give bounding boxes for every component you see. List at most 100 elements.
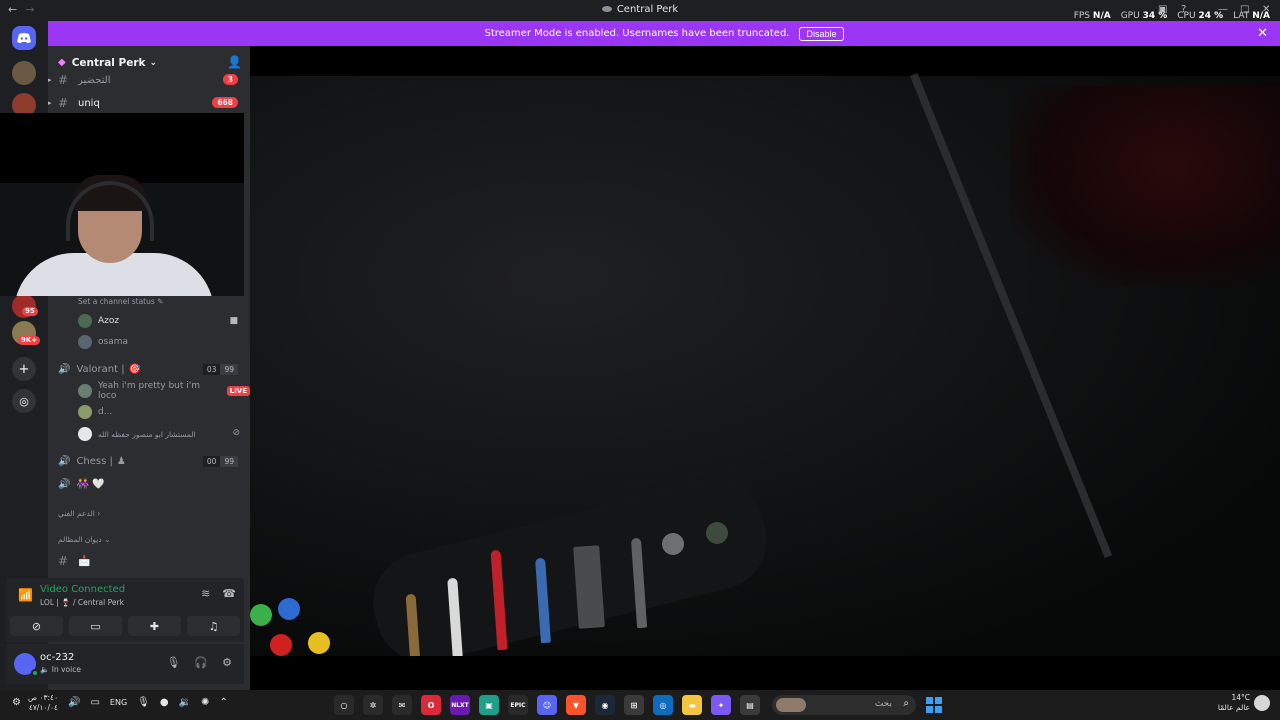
voice-status-subtitle[interactable]: LOL | 🍷 / Central Perk xyxy=(40,598,124,607)
clock[interactable]: ٠٣:٤٠ ص ٤٧/١٠/٠٤ xyxy=(28,693,58,713)
voice-user[interactable]: osama xyxy=(78,333,128,351)
emoji-icon: 🎯 xyxy=(128,363,142,375)
gear-icon[interactable]: ⚙ xyxy=(222,656,232,669)
voice-user-name: المستشار ابو منصور حفظه الله xyxy=(98,429,196,439)
close-window-icon[interactable]: ✕ xyxy=(1262,4,1270,15)
copilot-icon[interactable]: ✦ xyxy=(711,695,731,715)
color-dot xyxy=(278,598,300,620)
speaker-icon: 🔊 xyxy=(58,478,71,490)
voice-channel[interactable]: 🔊 👭 🤍 xyxy=(58,475,105,493)
user-panel: oc-232 🔈 In voice 🎙 🎧 ⚙ xyxy=(6,644,244,684)
taskbar: ⚙ ٠٣:٤٠ ص ٤٧/١٠/٠٤ 🔊 ▭ ENG 🎙 ● 🔉 ✺ ⌃ ○ ✲… xyxy=(0,690,1280,720)
text-channel[interactable]: ▸ # uniq 668 xyxy=(48,94,250,112)
file-explorer-icon[interactable]: ▬ xyxy=(682,695,702,715)
username[interactable]: oc-232 xyxy=(40,652,74,663)
voice-user[interactable]: d... xyxy=(78,403,112,421)
volume-icon[interactable]: 🔊 xyxy=(68,697,80,708)
voice-channel-valorant[interactable]: 🔊 Valorant | 🎯 xyxy=(58,360,141,378)
add-member-icon[interactable]: 👤 xyxy=(227,55,242,69)
speaker-icon: 🔊 xyxy=(58,363,71,375)
server-icon xyxy=(601,6,612,12)
maximize-icon[interactable]: □ xyxy=(1240,4,1249,15)
unread-badge: 668 xyxy=(212,97,238,108)
category-label[interactable]: ديوان المظالم ⌄ xyxy=(58,535,110,544)
title-bar: ← → Central Perk FPS N/A GPU 34 % CPU 24… xyxy=(0,0,1280,21)
user-limit: 03 99 xyxy=(202,364,238,375)
discord-icon[interactable]: ☺ xyxy=(537,695,557,715)
voice-user-name: Yeah i'm pretty but i'm loco xyxy=(97,381,201,401)
activities-button[interactable]: ✚ xyxy=(128,616,181,636)
signal-icon[interactable]: 📶 xyxy=(18,588,33,602)
voice-user[interactable]: Yeah i'm pretty but i'm loco LIVE xyxy=(78,381,250,401)
epic-games-icon[interactable]: EPIC xyxy=(508,695,528,715)
app-icon[interactable]: ▤ xyxy=(740,695,760,715)
avatar xyxy=(78,427,92,441)
add-server-icon[interactable]: + xyxy=(12,357,36,381)
search-placeholder: بحث xyxy=(874,699,892,709)
emoji-icon: 📩 xyxy=(78,555,91,567)
app-tray-icon[interactable]: ● xyxy=(160,697,169,708)
headphones-icon[interactable]: 🎧 xyxy=(194,656,208,669)
voice-user[interactable]: Azoz xyxy=(78,312,119,330)
disable-button[interactable]: Disable xyxy=(799,26,844,41)
microphone-icon[interactable]: 🎙 xyxy=(166,656,180,669)
mail-icon[interactable]: ✉ xyxy=(392,695,412,715)
nlxt-icon[interactable]: NLXT xyxy=(450,695,470,715)
minimize-icon[interactable]: — xyxy=(1218,4,1228,15)
discover-icon[interactable]: ◎ xyxy=(12,389,36,413)
server-boost-icon: ◆ xyxy=(58,57,66,68)
outlook-icon[interactable]: ◎ xyxy=(653,695,673,715)
voice-user-name: Azoz xyxy=(98,316,120,326)
discord-home-icon[interactable] xyxy=(12,26,36,50)
stream-view[interactable] xyxy=(250,46,1280,690)
language-indicator[interactable]: ENG xyxy=(110,698,127,707)
microphone-icon[interactable]: 🎙 xyxy=(137,697,150,708)
search-app-icon[interactable]: ○ xyxy=(334,695,354,715)
voice-user-name: osama xyxy=(98,337,128,347)
voice-panel-actions: ≋ ☎ xyxy=(201,587,236,600)
network-icon[interactable]: ▭ xyxy=(90,697,99,708)
chevron-up-icon[interactable]: ⌃ xyxy=(219,697,227,708)
settings-icon[interactable]: ⚙ xyxy=(12,697,21,708)
disconnect-icon[interactable]: ☎ xyxy=(222,587,236,600)
store-icon[interactable]: ⊞ xyxy=(624,695,644,715)
hash-icon: # xyxy=(58,96,69,110)
search-box[interactable]: بحث ⌕ xyxy=(772,695,916,715)
screen-share-button[interactable]: ▭ xyxy=(69,616,122,636)
user-limit: 00 99 xyxy=(202,456,238,467)
windows-start-icon[interactable] xyxy=(926,697,942,713)
close-icon[interactable]: ✕ xyxy=(1257,26,1268,41)
app-icon[interactable]: ▣ xyxy=(479,695,499,715)
server-avatar[interactable]: 9K+ xyxy=(12,321,41,345)
voice-user[interactable]: المستشار ابو منصور حفظه الله xyxy=(78,425,196,443)
brightness-icon[interactable]: ✺ xyxy=(201,697,209,708)
voice-status-title[interactable]: Video Connected xyxy=(40,584,125,595)
steam-icon[interactable]: ◉ xyxy=(595,695,615,715)
weather-widget[interactable]: 14°C عالم عالمًا xyxy=(1218,693,1250,713)
help-icon[interactable]: ? xyxy=(1181,4,1186,15)
noise-suppression-icon[interactable]: ≋ xyxy=(201,587,210,600)
system-tray: ⚙ xyxy=(12,697,21,708)
text-channel[interactable]: # 📩 xyxy=(48,552,250,570)
inbox-icon[interactable]: ▣ xyxy=(1158,4,1167,15)
hash-icon: # xyxy=(58,73,69,87)
voice-user-name: d... xyxy=(98,407,113,417)
channel-status[interactable]: Set a channel status ✎ xyxy=(78,297,163,306)
avatar xyxy=(78,384,92,398)
server-avatar[interactable] xyxy=(12,61,36,85)
server-avatar[interactable]: 95 xyxy=(12,294,38,318)
brave-icon[interactable]: ▼ xyxy=(566,695,586,715)
voice-channel-name: Chess | xyxy=(76,455,113,467)
weather-icon xyxy=(1254,695,1270,711)
banner-text: Streamer Mode is enabled. Usernames have… xyxy=(484,28,790,39)
opera-icon[interactable]: O xyxy=(421,695,441,715)
hash-icon: # xyxy=(58,554,69,568)
voice-channel-chess[interactable]: 🔊 Chess | ♟ xyxy=(58,452,126,470)
soundboard-button[interactable]: ♫ xyxy=(187,616,240,636)
camera-icon: ■ xyxy=(229,316,238,326)
steelseries-icon[interactable]: ✲ xyxy=(363,695,383,715)
category-label[interactable]: الدعم الفني › xyxy=(58,509,100,518)
speaker-icon[interactable]: 🔉 xyxy=(179,697,191,708)
text-channel[interactable]: ▸ # التحضير 3 xyxy=(48,71,250,89)
camera-off-button[interactable]: ⊘ xyxy=(10,616,63,636)
